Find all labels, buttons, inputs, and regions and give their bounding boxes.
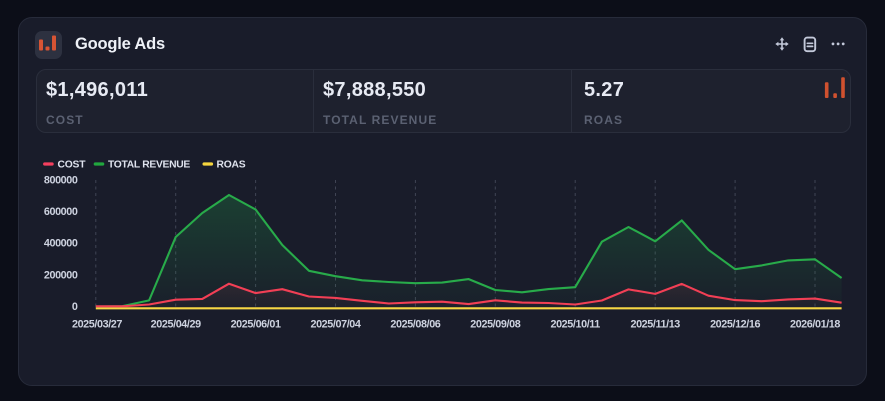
svg-text:ROAS: ROAS <box>217 160 246 171</box>
svg-text:400000: 400000 <box>44 238 78 250</box>
svg-text:2025/08/06: 2025/08/06 <box>390 319 440 331</box>
svg-text:2025/12/16: 2025/12/16 <box>710 319 760 331</box>
svg-text:2025/09/08: 2025/09/08 <box>470 319 520 331</box>
svg-text:2025/10/11: 2025/10/11 <box>550 319 600 331</box>
svg-text:2025/07/04: 2025/07/04 <box>310 319 360 331</box>
svg-text:COST: COST <box>58 160 87 171</box>
svg-text:600000: 600000 <box>44 206 78 218</box>
svg-text:0: 0 <box>72 301 78 313</box>
svg-text:2025/03/27: 2025/03/27 <box>72 319 122 331</box>
svg-text:2025/11/13: 2025/11/13 <box>630 319 680 331</box>
svg-text:2025/06/01: 2025/06/01 <box>231 319 281 331</box>
svg-text:2026/01/18: 2026/01/18 <box>790 319 840 331</box>
svg-text:800000: 800000 <box>44 174 78 186</box>
svg-text:2025/04/29: 2025/04/29 <box>151 319 201 331</box>
svg-text:200000: 200000 <box>44 269 78 281</box>
svg-text:TOTAL REVENUE: TOTAL REVENUE <box>108 160 190 171</box>
